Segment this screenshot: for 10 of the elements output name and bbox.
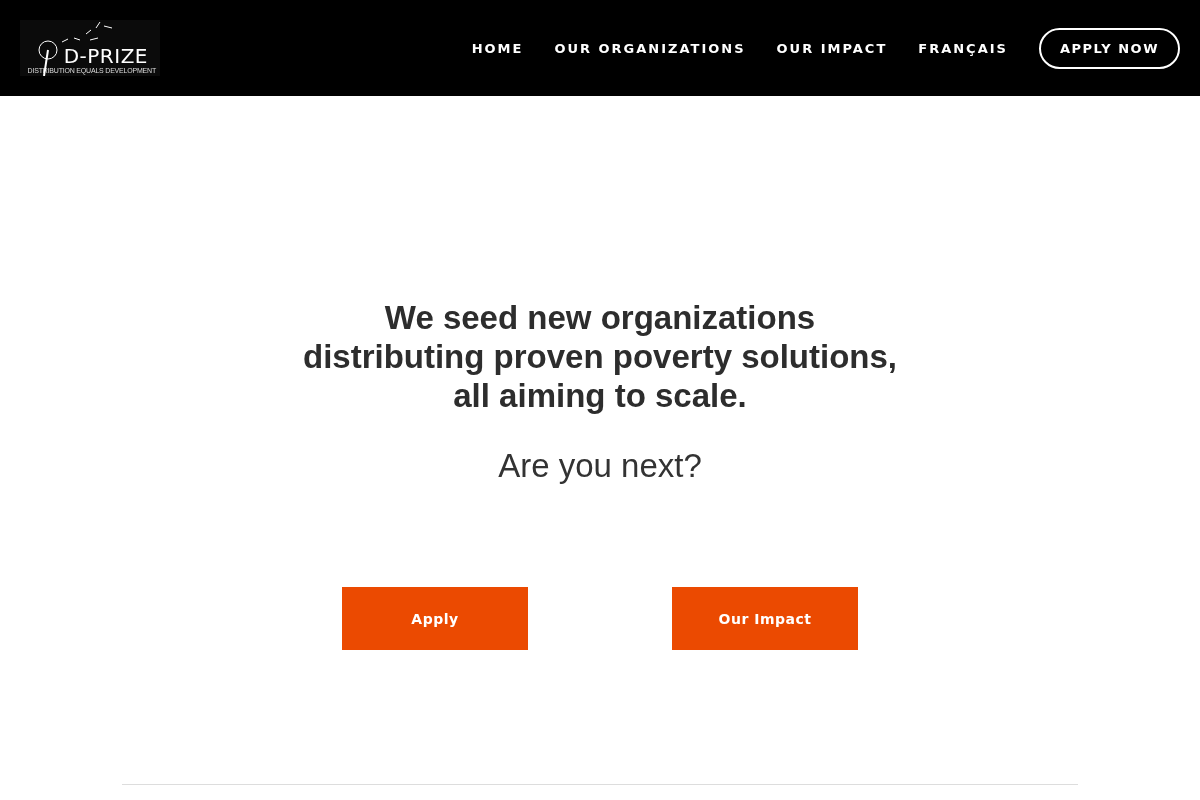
logo-name: D-PRIZE bbox=[63, 46, 148, 67]
nav-link[interactable]: FRANÇAIS bbox=[918, 40, 1008, 56]
hero-headline: We seed new organizations distributing proven poverty solutions, all aiming to scale. bbox=[302, 298, 897, 415]
nav-link[interactable]: HOME bbox=[471, 40, 524, 56]
hero-subheadline: Are you next? bbox=[498, 446, 702, 486]
action-button[interactable]: Apply bbox=[342, 587, 528, 650]
apply-now-button[interactable]: APPLY NOW bbox=[1038, 27, 1180, 69]
nav-link[interactable]: OUR IMPACT bbox=[776, 40, 888, 56]
action-button[interactable]: Our Impact bbox=[672, 587, 858, 650]
nav-link[interactable]: OUR ORGANIZATIONS bbox=[554, 40, 746, 56]
